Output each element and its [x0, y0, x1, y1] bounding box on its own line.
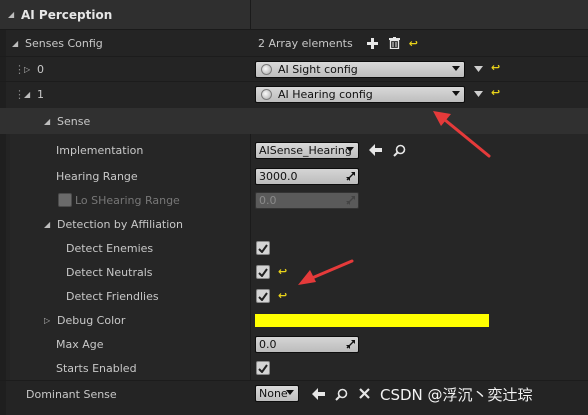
category-title: AI Perception: [21, 7, 113, 22]
reset-arrow-icon[interactable]: ↩: [491, 61, 500, 74]
element-menu-dropdown-icon[interactable]: [473, 65, 483, 73]
expand-triangle-icon[interactable]: ▷: [44, 316, 52, 325]
array-count: 2 Array elements: [258, 36, 353, 50]
annotation-arrow-icon: [433, 111, 491, 158]
radio-icon: [261, 89, 272, 100]
sense-config-value: AI Hearing config: [278, 88, 373, 101]
sense-config-combo[interactable]: AI Hearing config: [255, 86, 465, 103]
edit-condition-checkbox[interactable]: [58, 193, 72, 207]
reset-arrow-icon[interactable]: ↩: [491, 86, 500, 99]
dominant-sense-combo[interactable]: None: [255, 385, 299, 402]
senses-config-label: Senses Config: [25, 36, 103, 50]
lo-shearing-range-value: 0.0: [259, 194, 277, 207]
dropdown-icon: [346, 147, 354, 152]
detection-by-affiliation-row[interactable]: ◢ Detection by Affiliation: [0, 212, 588, 236]
starts-enabled-checkbox[interactable]: [256, 361, 270, 375]
detect-enemies-label: Detect Enemies: [66, 241, 154, 255]
reset-arrow-icon[interactable]: ↩: [278, 265, 287, 278]
reset-arrow-icon[interactable]: ↩: [278, 289, 287, 302]
detect-enemies-checkbox[interactable]: [256, 241, 270, 255]
drag-handle-icon: [346, 196, 355, 205]
trash-icon[interactable]: [389, 37, 401, 49]
check-icon: [258, 267, 268, 277]
array-element-row: ⋮ ◢ 1 AI Hearing config ↩: [14, 86, 501, 103]
starts-enabled-row: Starts Enabled: [0, 356, 588, 380]
reset-arrow-icon[interactable]: ↩: [409, 37, 418, 50]
expand-triangle-icon[interactable]: ▷: [24, 65, 32, 74]
array-element-index: 0: [37, 62, 44, 76]
check-icon: [258, 363, 268, 373]
drag-handle-icon[interactable]: [346, 172, 355, 181]
browse-arrow-icon[interactable]: [311, 387, 325, 401]
search-icon[interactable]: [334, 387, 348, 401]
sense-config-value: AI Sight config: [278, 63, 358, 76]
dominant-sense-label: Dominant Sense: [26, 387, 117, 401]
implementation-value: AISense_Hearing: [259, 144, 352, 157]
max-age-input[interactable]: 0.0: [255, 336, 359, 353]
hearing-range-input[interactable]: 3000.0: [255, 168, 359, 185]
starts-enabled-label: Starts Enabled: [56, 361, 137, 375]
implementation-combo[interactable]: AISense_Hearing: [255, 142, 359, 159]
search-icon[interactable]: [392, 143, 406, 157]
watermark: CSDN @浮沉丶奕辻琮: [380, 386, 533, 404]
hearing-range-label: Hearing Range: [56, 169, 138, 183]
detect-friendlies-label: Detect Friendlies: [66, 289, 159, 303]
clear-icon[interactable]: [358, 387, 371, 400]
debug-color-swatch[interactable]: [255, 314, 489, 327]
check-icon: [258, 291, 268, 301]
array-element-row: ⋮ ▷ 0 AI Sight config ↩: [14, 61, 501, 78]
dropdown-icon: [452, 91, 460, 96]
radio-icon: [261, 64, 272, 75]
category-header[interactable]: ◢ AI Perception: [0, 0, 588, 30]
lo-shearing-range-label: Lo SHearing Range: [75, 193, 180, 207]
annotation-arrow-icon: [298, 259, 354, 285]
element-menu-dropdown-icon[interactable]: [473, 90, 483, 98]
header-separator: [250, 0, 251, 30]
sense-config-combo[interactable]: AI Sight config: [255, 61, 465, 78]
dropdown-icon: [286, 390, 294, 395]
array-element-index: 1: [37, 87, 44, 101]
collapse-triangle-icon[interactable]: ◢: [24, 90, 32, 99]
hearing-range-value: 3000.0: [259, 170, 298, 183]
max-age-row: Max Age 0.0: [0, 332, 588, 356]
sense-label: Sense: [57, 114, 91, 128]
browse-arrow-icon[interactable]: [368, 143, 382, 157]
implementation-label: Implementation: [56, 143, 144, 157]
max-age-value: 0.0: [259, 338, 277, 351]
detect-friendlies-checkbox[interactable]: [256, 289, 270, 303]
add-icon[interactable]: [367, 37, 379, 49]
debug-color-row: ▷ Debug Color: [0, 308, 588, 332]
collapse-triangle-icon[interactable]: ◢: [8, 10, 16, 19]
dominant-sense-value: None: [259, 387, 288, 400]
hearing-range-row: Hearing Range 3000.0: [0, 164, 588, 188]
detect-neutrals-label: Detect Neutrals: [66, 265, 153, 279]
check-icon: [258, 243, 268, 253]
lo-shearing-range-input: 0.0: [255, 192, 359, 209]
collapse-triangle-icon[interactable]: ◢: [44, 220, 52, 229]
lo-shearing-range-row: Lo SHearing Range 0.0: [0, 188, 588, 212]
expand-triangle-icon[interactable]: ◢: [12, 39, 20, 48]
detection-by-affiliation-label: Detection by Affiliation: [57, 217, 184, 231]
drag-handle-icon[interactable]: [346, 340, 355, 349]
senses-config-row: ◢ Senses Config 2 Array elements ↩: [0, 31, 588, 55]
dropdown-icon: [452, 66, 460, 71]
detect-neutrals-checkbox[interactable]: [256, 265, 270, 279]
max-age-label: Max Age: [56, 337, 104, 351]
debug-color-label: Debug Color: [57, 313, 126, 327]
collapse-triangle-icon[interactable]: ◢: [44, 117, 52, 126]
